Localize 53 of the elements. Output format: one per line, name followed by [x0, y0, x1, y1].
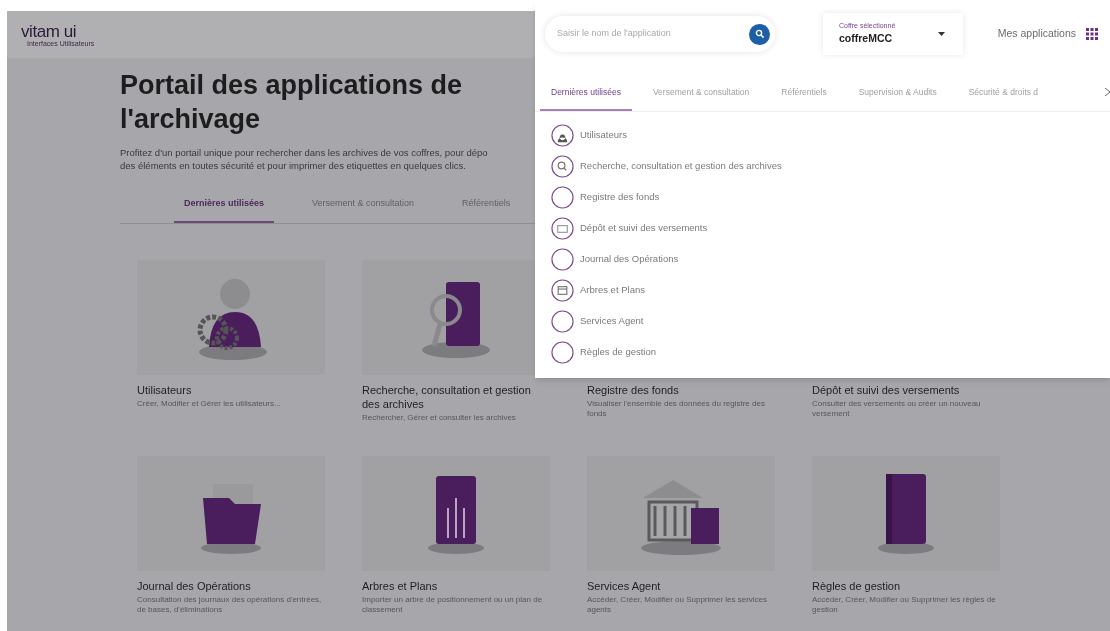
tab[interactable]: Dernières utilisées — [174, 197, 275, 223]
app-circle-icon — [551, 340, 574, 364]
card-description: Importer un arbre de positionnement ou un plan de classement — [362, 594, 544, 615]
card-title[interactable]: Règles de gestion — [812, 578, 1000, 593]
card-title[interactable]: Registre des fonds — [587, 382, 775, 397]
card-description: Consulter des versements ou créer un nouveau versement — [812, 398, 982, 419]
card-title[interactable]: Dépôt et suivi des versements — [812, 382, 1000, 397]
app-circle-icon — [551, 278, 574, 302]
tab[interactable]: Versement & consultation — [302, 197, 425, 223]
app-link[interactable]: Recherche, consultation et gestion des archives — [580, 159, 782, 174]
card-description: Accéder, Créer, Modifier ou Supprimer les services agents — [587, 594, 769, 615]
menu-tab[interactable]: Supervision & Audits — [847, 74, 948, 111]
app-link[interactable]: Journal des Opérations — [580, 252, 679, 267]
app-link[interactable]: Services Agent — [580, 314, 644, 329]
card-description: Visualiser l'ensemble des données du registre des fonds — [587, 398, 766, 419]
chevron-right-icon[interactable] — [1105, 88, 1110, 97]
card-title[interactable]: Utilisateurs — [137, 382, 325, 397]
search-button[interactable] — [749, 23, 770, 45]
card-description: Rechercher, Gérer et consulter les archives — [362, 412, 517, 423]
search-icon — [754, 29, 765, 39]
card-title[interactable]: Services Agent — [587, 578, 775, 593]
card-description: Consultation des journaux des opérations d'entrées, de bases, d'éliminations — [137, 594, 323, 615]
my-applications-link[interactable]: Mes applications — [997, 26, 1076, 42]
app-link[interactable]: Registre des fonds — [580, 190, 660, 205]
menu-tab[interactable]: Versement & consultation — [641, 74, 761, 111]
grid-icon[interactable] — [1086, 28, 1098, 40]
card-title[interactable]: Journal des Opérations — [137, 578, 325, 593]
app-link[interactable]: Utilisateurs — [580, 128, 627, 143]
card-description: Créer, Modifier et Gérer les utilisateurs... — [137, 398, 282, 409]
app-circle-icon — [551, 123, 574, 147]
caret-icon — [938, 32, 945, 36]
app-link[interactable]: Dépôt et suivi des versements — [580, 221, 708, 236]
app-circle-icon — [551, 154, 574, 178]
app-link[interactable]: Règles de gestion — [580, 345, 657, 360]
card-title[interactable]: Recherche, consultation et gestion des archives — [362, 382, 550, 411]
menu-tab[interactable]: Dernières utilisées — [540, 74, 632, 111]
app-circle-icon — [551, 247, 574, 271]
page-description: des éléments en toutes sécurité et pour imprimer des etiquettes en quelques clics. — [120, 159, 467, 172]
tab[interactable]: Référentiels — [452, 197, 521, 223]
search-input[interactable]: Saisir le nom de l'application — [557, 27, 749, 41]
logo: vitam ui — [21, 22, 77, 40]
menu-tab[interactable]: Référentiels — [770, 74, 838, 111]
app-circle-icon — [551, 216, 574, 240]
card-title[interactable]: Arbres et Plans — [362, 578, 550, 593]
search-field[interactable]: Saisir le nom de l'application — [545, 16, 775, 52]
page-description: Profitez d'un portail unique pour rechercher dans les archives de vos coffres, pour dépo — [120, 146, 489, 159]
vault-value: coffreMCC — [839, 31, 893, 47]
app-circle-icon — [551, 309, 574, 333]
app-link[interactable]: Arbres et Plans — [580, 283, 645, 298]
app-circle-icon — [551, 185, 574, 209]
card-description: Accéder, Créer, Modifier ou Supprimer les règles de gestion — [812, 594, 997, 615]
menu-tab[interactable]: Sécurité & droits d — [957, 74, 1050, 111]
page-title: Portail des applications de l'archivage — [120, 69, 464, 136]
